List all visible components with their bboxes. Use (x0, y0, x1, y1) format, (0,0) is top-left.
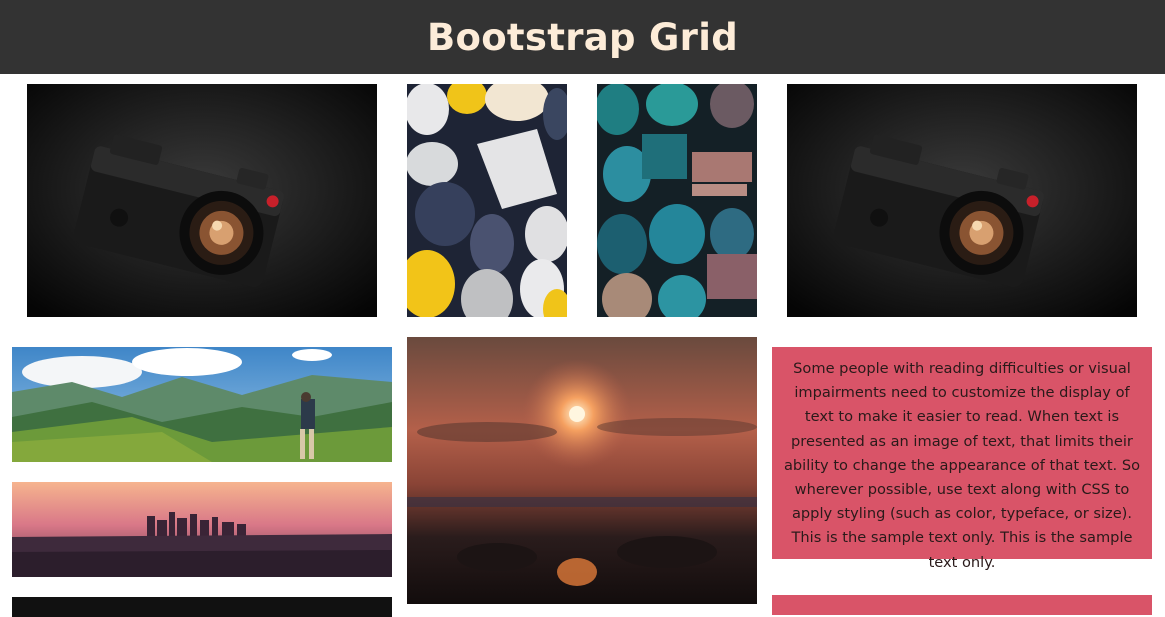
stones-image-1 (407, 84, 567, 317)
camera-image-1 (27, 84, 377, 317)
city-image (12, 482, 392, 577)
sunset-image (407, 337, 757, 604)
stones-image-2 (597, 84, 757, 317)
camera-image-2 (787, 84, 1137, 317)
page-header: Bootstrap Grid (0, 0, 1165, 74)
next-image-strip (12, 597, 392, 617)
info-text: Some people with reading difficulties or… (783, 360, 1141, 571)
mountains-image (12, 347, 392, 462)
page-title: Bootstrap Grid (426, 15, 738, 59)
info-card-next (772, 595, 1152, 615)
info-text-card: Some people with reading difficulties or… (772, 347, 1152, 571)
